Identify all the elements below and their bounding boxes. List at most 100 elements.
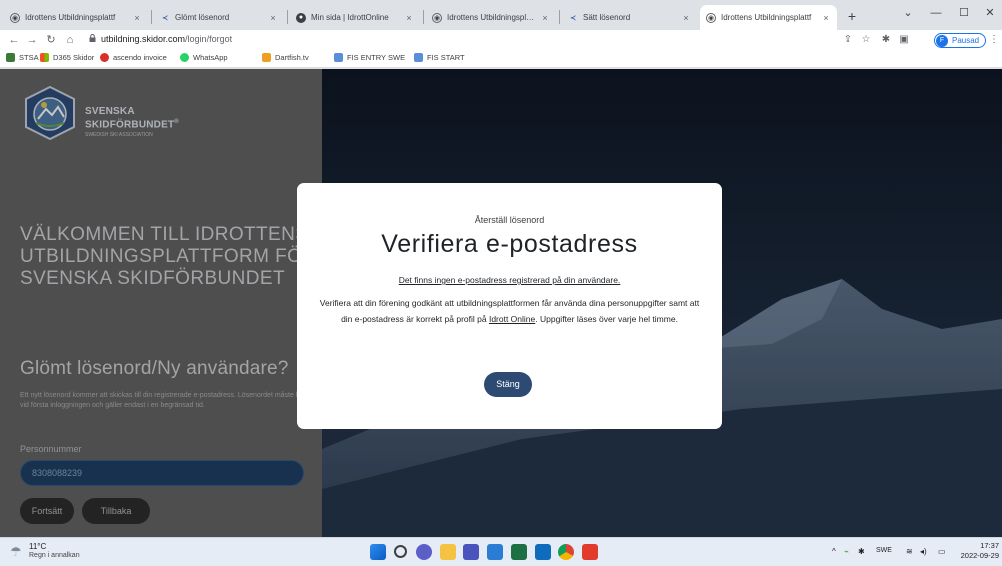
- globe-icon: ◉: [10, 12, 20, 23]
- bookmark-fis-start[interactable]: FIS START: [414, 53, 465, 62]
- minimize-icon[interactable]: —: [926, 4, 946, 22]
- tray-overflow-icon[interactable]: ^: [832, 547, 836, 556]
- screen: ◉ Idrottens Utbildningsplattf × ≺ Glömt …: [0, 0, 1002, 566]
- stsa-icon: [6, 53, 15, 62]
- tab-title: Sätt lösenord: [583, 13, 631, 22]
- bookmark-label: ascendo invoice: [113, 53, 167, 62]
- bookmark-dartfish[interactable]: Dartfish.tv: [262, 53, 309, 62]
- dialog-kicker: Återställ lösenord: [474, 215, 545, 225]
- tab-idrottens-1[interactable]: ◉ Idrottens Utbildningsplattf ×: [4, 5, 148, 30]
- bookmarks-bar: STSA D365 Skidor ascendo invoice WhatsAp…: [0, 50, 1002, 68]
- tab-title: Glömt lösenord: [175, 13, 230, 22]
- wifi-icon[interactable]: ≋: [906, 547, 913, 556]
- new-tab-button[interactable]: +: [843, 7, 861, 25]
- bookmark-label: WhatsApp: [193, 53, 228, 62]
- tab-glomt-losenord[interactable]: ≺ Glömt lösenord ×: [154, 5, 284, 30]
- globe-icon: ◉: [706, 12, 716, 23]
- share-icon[interactable]: ⇪: [840, 32, 856, 48]
- network-status-icon[interactable]: ⌁: [844, 547, 849, 556]
- battery-icon[interactable]: ▭: [938, 547, 946, 556]
- bluetooth-icon[interactable]: ✱: [858, 547, 865, 556]
- weather-rain-icon[interactable]: ☂: [10, 544, 26, 560]
- chrome-icon[interactable]: [558, 544, 574, 560]
- tab-idrottens-active[interactable]: ◉ Idrottens Utbildningsplattf ×: [700, 5, 837, 30]
- browser-toolbar: ← → ↻ ⌂ utbildning.skidor.com/login/forg…: [0, 30, 1002, 50]
- bookmark-label: Dartfish.tv: [275, 53, 309, 62]
- excel-icon[interactable]: [511, 544, 527, 560]
- menu-kebab-icon[interactable]: ⋮: [986, 32, 1002, 48]
- dialog-body-text-end: . Uppgifter läses över varje hel timme.: [535, 313, 678, 324]
- tab-title: Min sida | IdrottOnline: [311, 13, 389, 22]
- close-icon[interactable]: ×: [268, 13, 278, 23]
- weather-temperature: 11°C: [29, 542, 47, 551]
- back-arrow-icon[interactable]: ←: [6, 32, 22, 48]
- reload-icon[interactable]: ↻: [43, 32, 59, 48]
- no-email-notice: Det finns ingen e-postadress registrerad…: [398, 275, 621, 285]
- bookmark-star-icon[interactable]: ☆: [858, 32, 874, 48]
- acrobat-icon[interactable]: [582, 544, 598, 560]
- close-icon[interactable]: ×: [821, 13, 831, 23]
- close-icon[interactable]: ×: [404, 13, 414, 23]
- sso-icon: ≺: [570, 14, 576, 22]
- dialog-body: Verifiera att din förening godkänt att u…: [319, 296, 700, 327]
- bookmark-label: FIS ENTRY SWE: [347, 53, 406, 62]
- fis-icon: [334, 53, 343, 62]
- close-window-icon[interactable]: ✕: [980, 4, 1000, 22]
- windows-taskbar: ☂ 11°C Regn i annalkan ^ ⌁ ✱ SWE ≋ ◂) ▭ …: [0, 537, 1002, 566]
- taskbar-clock[interactable]: 17:37 2022-09-29: [957, 541, 999, 561]
- idrott-online-link[interactable]: Idrott Online: [489, 314, 535, 324]
- close-icon[interactable]: ×: [540, 13, 550, 23]
- url-host: utbildning.skidor.com: [101, 34, 186, 44]
- language-indicator[interactable]: SWE: [876, 547, 892, 554]
- close-dialog-button[interactable]: Stäng: [484, 372, 532, 397]
- windows-start-icon[interactable]: [370, 544, 386, 560]
- tab-min-sida[interactable]: ● Min sida | IdrottOnline ×: [290, 5, 420, 30]
- bookmark-label: D365 Skidor: [53, 53, 95, 62]
- dialog-title: Verifiera e-postadress: [381, 230, 638, 258]
- tab-idrottens-2[interactable]: ◉ Idrottens Utbildningsplattf ×: [426, 5, 556, 30]
- tab-search-icon[interactable]: ⌄: [898, 4, 918, 22]
- globe-icon: ◉: [432, 12, 442, 23]
- file-explorer-icon[interactable]: [440, 544, 456, 560]
- idrottonline-icon: ●: [296, 12, 306, 23]
- search-icon[interactable]: [394, 545, 407, 558]
- web-page: SVENSKA SKIDFÖRBUNDET® SWEDISH SKI ASSOC…: [0, 69, 1002, 537]
- bookmark-whatsapp[interactable]: WhatsApp: [180, 53, 228, 62]
- close-icon[interactable]: ×: [132, 13, 142, 23]
- volume-icon[interactable]: ◂): [920, 547, 927, 556]
- verify-email-dialog: Återställ lösenord Verifiera e-postadres…: [297, 183, 722, 429]
- tab-title: Idrottens Utbildningsplattf: [721, 13, 812, 22]
- forward-arrow-icon[interactable]: →: [24, 32, 40, 48]
- microsoft-icon: [40, 53, 49, 62]
- address-bar[interactable]: utbildning.skidor.com/login/forgot: [101, 34, 232, 44]
- side-panel-icon[interactable]: ▣: [896, 32, 912, 48]
- fis-icon: [414, 53, 423, 62]
- sso-icon: ≺: [162, 14, 168, 22]
- extensions-icon[interactable]: ✱: [878, 32, 894, 48]
- dartfish-icon: [262, 53, 271, 62]
- outlook-icon[interactable]: [535, 544, 551, 560]
- maximize-icon[interactable]: ☐: [954, 4, 974, 22]
- profile-button[interactable]: F Pausad: [934, 33, 987, 48]
- lock-icon: [89, 34, 96, 42]
- word-icon[interactable]: [487, 544, 503, 560]
- chat-icon[interactable]: [416, 544, 432, 560]
- bookmark-ascendo[interactable]: ascendo invoice: [100, 53, 167, 62]
- tab-title: Idrottens Utbildningsplattf: [25, 13, 116, 22]
- ascendo-icon: [100, 53, 109, 62]
- clock-time: 17:37: [980, 541, 999, 550]
- home-icon[interactable]: ⌂: [62, 32, 78, 48]
- tab-title: Idrottens Utbildningsplattf: [447, 13, 536, 22]
- teams-icon[interactable]: [463, 544, 479, 560]
- clock-date: 2022-09-29: [960, 551, 999, 560]
- whatsapp-icon: [180, 53, 189, 62]
- weather-condition: Regn i annalkan: [29, 552, 80, 559]
- bookmark-fis-entry[interactable]: FIS ENTRY SWE: [334, 53, 405, 62]
- bookmark-stsa[interactable]: STSA: [6, 53, 39, 62]
- tab-satt-losenord[interactable]: ≺ Sätt lösenord ×: [562, 5, 697, 30]
- close-icon[interactable]: ×: [681, 13, 691, 23]
- profile-label: Pausad: [952, 36, 980, 45]
- url-path: /login/forgot: [185, 34, 233, 44]
- tab-strip: ◉ Idrottens Utbildningsplattf × ≺ Glömt …: [0, 0, 1002, 30]
- bookmark-d365[interactable]: D365 Skidor: [40, 53, 94, 62]
